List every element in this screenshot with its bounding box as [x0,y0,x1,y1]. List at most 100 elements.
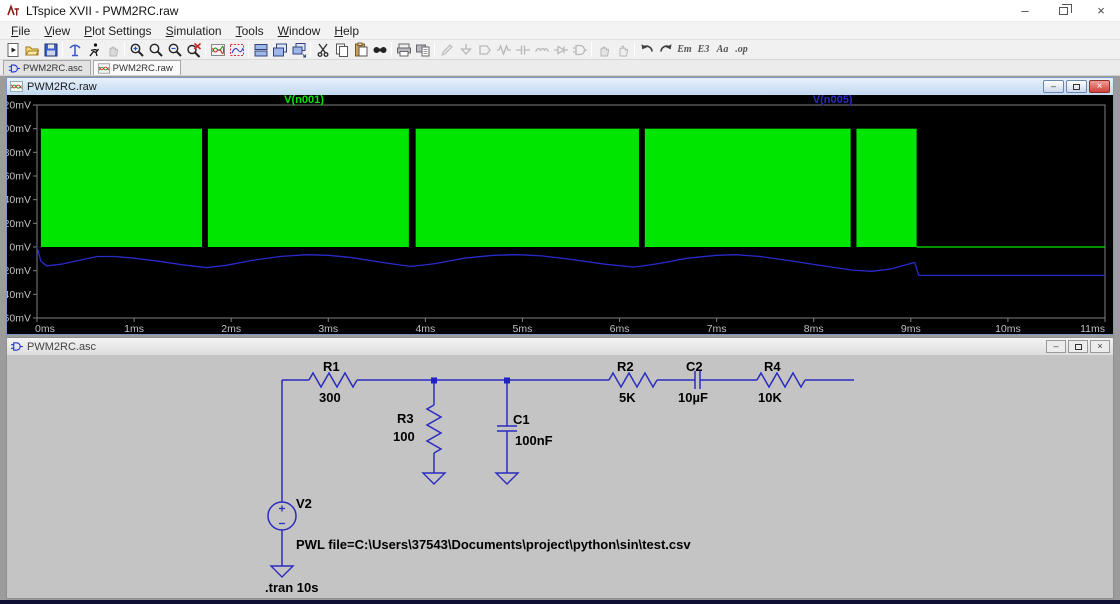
paste-button[interactable] [351,41,370,59]
place-diode-button[interactable] [551,41,570,59]
trace-vn001-block [856,129,916,247]
undo-button[interactable] [637,41,656,59]
new-schematic-button[interactable] [3,41,22,59]
run-button[interactable] [84,41,103,59]
place-resistor-button[interactable] [494,41,513,59]
menu-window[interactable]: Window [271,22,328,39]
draw-wire-button[interactable] [437,41,456,59]
x-tick-label: 5ms [513,323,533,334]
mirror-button[interactable]: Em [675,41,694,59]
sch-restore-button[interactable] [1068,340,1088,353]
place-component-button[interactable] [570,41,589,59]
cascade-windows-button[interactable] [289,41,308,59]
schematic-icon [10,341,23,352]
menu-tools[interactable]: Tools [229,22,271,39]
component-c2[interactable]: C2 10µF [678,359,708,405]
y-tick-label: 100mV [7,123,31,135]
zoom-full-extents-button[interactable] [184,41,203,59]
spice-directive-button[interactable]: .op [732,41,751,59]
restore-button[interactable] [1044,0,1082,21]
halt-button[interactable] [103,41,122,59]
place-text-button[interactable]: Aa [713,41,732,59]
wave-minimize-button[interactable]: – [1043,80,1064,93]
drag-button[interactable] [613,41,632,59]
x-tick-label: 11ms [1080,323,1105,334]
find-button[interactable] [370,41,389,59]
place-capacitor-button[interactable] [513,41,532,59]
sch-minimize-button[interactable]: – [1046,340,1066,353]
schematic-canvas[interactable]: R1 300 R2 5K R4 10K C2 [7,355,1113,598]
wave-close-button[interactable]: × [1089,80,1110,93]
place-ground-button[interactable] [456,41,475,59]
r4-value: 10K [758,390,782,405]
autorange-y-icon [210,42,226,58]
cut-button[interactable] [313,41,332,59]
schematic-window-titlebar[interactable]: PWM2RC.asc – × [7,338,1113,355]
zoom-in-button[interactable] [127,41,146,59]
component-r3[interactable]: R3 100 [393,405,441,453]
r1-ref: R1 [323,359,340,374]
autorange-y-button[interactable] [208,41,227,59]
sch-close-button[interactable]: × [1090,340,1110,353]
menu-plot-settings[interactable]: Plot Settings [77,22,158,39]
tab-pwm2rc-asc[interactable]: PWM2RC.asc [3,60,91,75]
cut-icon [315,42,331,58]
copy-icon [334,42,350,58]
restore-icon [1075,344,1082,350]
plot-pane-button[interactable] [227,41,246,59]
toolbar-separator [310,42,311,57]
copy-button[interactable] [332,41,351,59]
rotate-button[interactable]: E3 [694,41,713,59]
waveform-chart[interactable]: 120mV100mV80mV60mV40mV20mV0mV-20mV-40mV-… [7,95,1113,334]
x-tick-label: 2ms [221,323,241,334]
tile-vertical-button[interactable] [270,41,289,59]
wave-restore-button[interactable] [1066,80,1087,93]
component-r2[interactable]: R2 5K [609,359,657,405]
menu-help[interactable]: Help [327,22,366,39]
tile-horizontal-button[interactable] [251,41,270,59]
open-file-button[interactable] [22,41,41,59]
plot-pane-icon [229,42,245,58]
place-capacitor-icon [515,42,531,58]
toolbar-separator [634,42,635,57]
zoom-area-button[interactable] [146,41,165,59]
control-panel-button[interactable] [65,41,84,59]
component-r1[interactable]: R1 300 [309,359,357,405]
component-r4[interactable]: R4 10K [757,359,805,405]
c1-ref: C1 [513,412,530,427]
run-icon [86,42,102,58]
label-net-button[interactable] [475,41,494,59]
tab-pwm2rc-raw[interactable]: PWM2RC.raw [93,60,181,75]
print-button[interactable] [394,41,413,59]
toolbar-separator [205,42,206,57]
waveform-window-titlebar[interactable]: PWM2RC.raw – × [7,78,1113,95]
mdi-area: PWM2RC.raw – × 120mV100mV80mV60mV40mV20m… [0,76,1120,600]
component-v2[interactable]: V2 PWL file=C:\Users\37543\Documents\pro… [268,496,691,552]
c2-ref: C2 [686,359,703,374]
legend-vn005[interactable]: V(n005) [813,95,853,106]
x-tick-label: 10ms [995,323,1021,334]
spice-directive-text[interactable]: .tran 10s [265,580,318,595]
component-c1[interactable]: C1 100nF [497,412,553,448]
print-icon [396,42,412,58]
menu-file[interactable]: File [4,22,37,39]
save-button[interactable] [41,41,60,59]
ltspice-logo-icon [6,4,20,18]
zoom-out-button[interactable] [165,41,184,59]
place-text-icon: Aa [717,44,729,55]
minimize-button[interactable]: – [1006,0,1044,21]
menu-view[interactable]: View [37,22,77,39]
menu-simulation[interactable]: Simulation [159,22,229,39]
print-preview-button[interactable] [413,41,432,59]
y-tick-label: 60mV [7,171,31,183]
move-button[interactable] [594,41,613,59]
waveform-plot-area[interactable]: 120mV100mV80mV60mV40mV20mV0mV-20mV-40mV-… [7,95,1113,334]
tabbar: PWM2RC.asc PWM2RC.raw [0,60,1120,76]
redo-icon [658,42,674,58]
place-inductor-button[interactable] [532,41,551,59]
legend-vn001[interactable]: V(n001) [284,95,324,106]
r2-value: 5K [619,390,636,405]
redo-button[interactable] [656,41,675,59]
place-component-icon [572,42,588,58]
close-button[interactable]: × [1082,0,1120,21]
